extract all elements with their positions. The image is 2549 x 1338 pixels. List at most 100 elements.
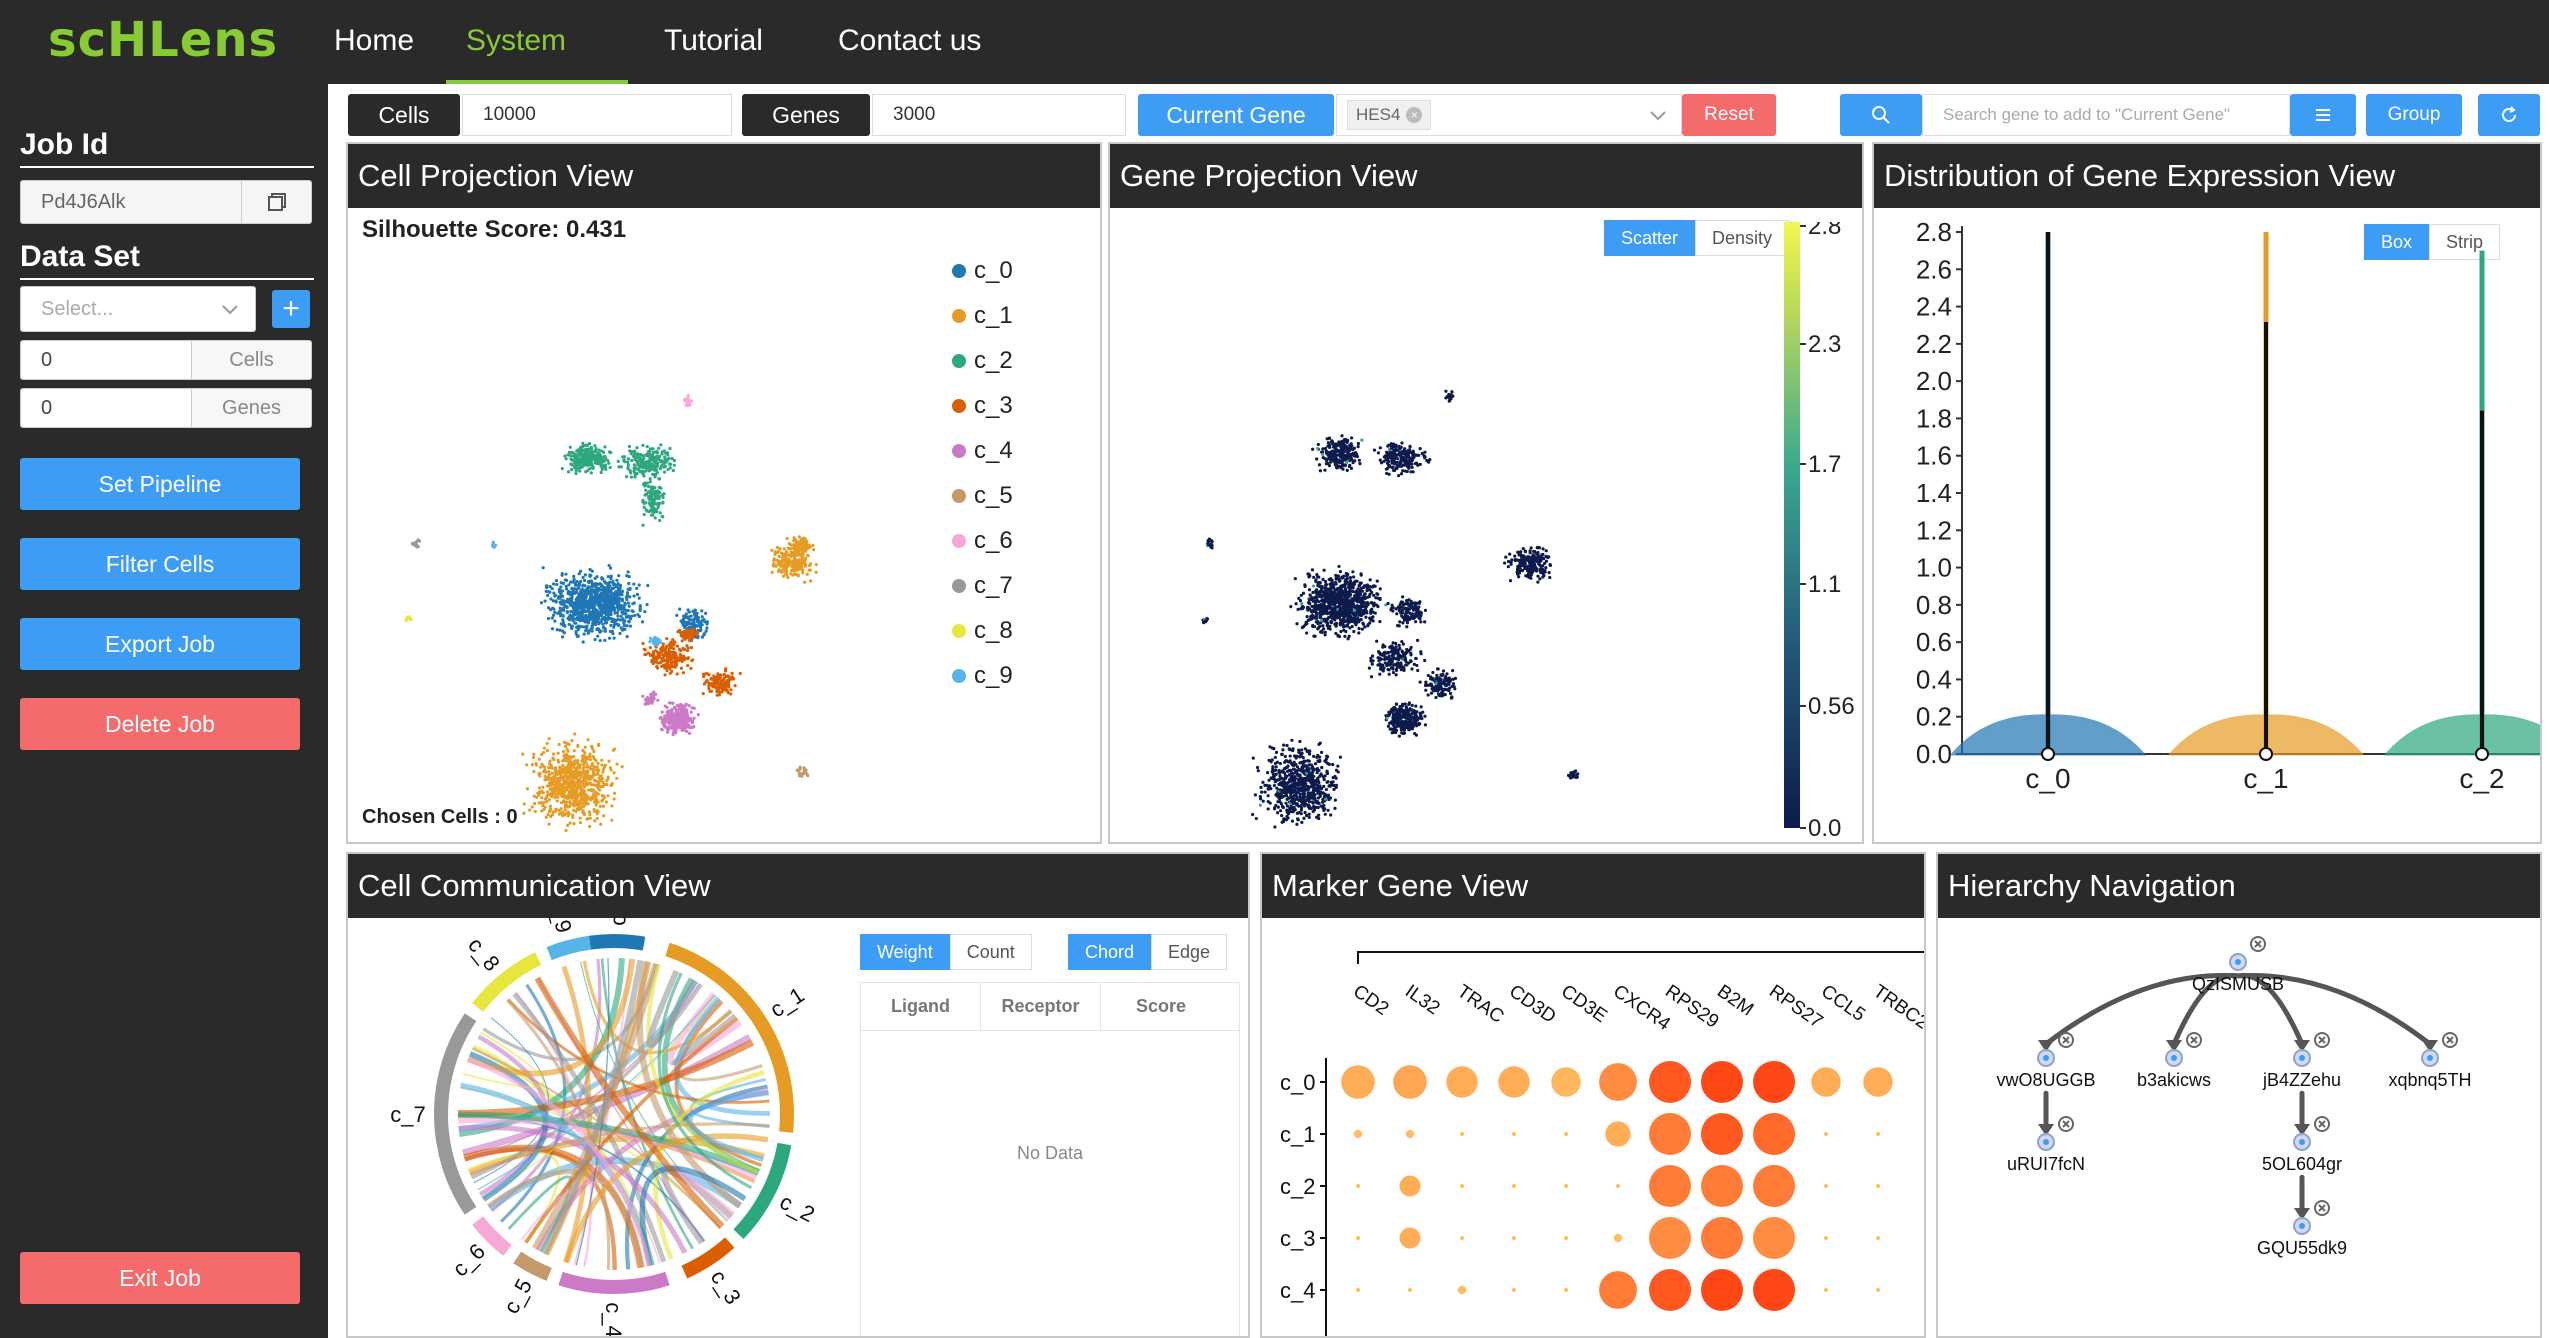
cell-point <box>610 818 614 822</box>
cell-point <box>784 553 788 557</box>
gene-point <box>1295 791 1299 795</box>
gene-point <box>1312 787 1316 791</box>
cell-point <box>599 629 603 633</box>
cell-point <box>578 763 582 767</box>
set-pipeline-button[interactable]: Set Pipeline <box>20 458 300 510</box>
gene-point <box>1326 762 1330 766</box>
gene-point <box>1283 754 1287 759</box>
cell-point <box>687 610 691 614</box>
cell-point <box>670 724 675 729</box>
cell-point <box>686 396 690 400</box>
cell-point <box>640 620 645 624</box>
cell-point <box>547 737 551 741</box>
legend-item[interactable]: c_1 <box>952 293 1013 338</box>
app-logo[interactable]: scHLens <box>48 12 278 68</box>
gene-point <box>1255 765 1260 770</box>
close-icon[interactable]: × <box>1406 107 1423 123</box>
delete-job-button[interactable]: Delete Job <box>20 698 300 750</box>
cell-point <box>609 623 613 628</box>
cell-point <box>582 632 586 636</box>
legend-item[interactable]: c_8 <box>952 608 1013 653</box>
cell-point <box>577 586 581 590</box>
cell-point <box>598 639 602 643</box>
cell-point <box>648 453 652 457</box>
cell-point <box>686 646 690 650</box>
gene-point <box>1370 601 1374 605</box>
gene-point <box>1292 799 1296 803</box>
legend-item[interactable]: c_7 <box>952 563 1013 608</box>
gene-point <box>1329 621 1333 625</box>
cell-point <box>552 582 556 586</box>
cell-point <box>665 451 670 455</box>
cell-point <box>680 703 684 708</box>
cell-point <box>538 774 542 778</box>
gene-point <box>1327 797 1331 802</box>
refresh-button[interactable] <box>2478 94 2540 136</box>
cell-point <box>663 719 667 724</box>
legend-item[interactable]: c_2 <box>952 338 1013 383</box>
cell-point <box>626 466 630 470</box>
nav-system[interactable]: System <box>466 24 566 58</box>
gene-point <box>1286 760 1290 764</box>
gene-search-input[interactable]: Search gene to add to "Current Gene" <box>1922 94 2290 136</box>
exit-job-button[interactable]: Exit Job <box>20 1252 300 1304</box>
cell-point <box>615 578 619 582</box>
cell-point <box>583 745 587 749</box>
copy-icon[interactable] <box>241 181 311 223</box>
cell-point <box>781 565 785 569</box>
cell-point <box>632 594 636 598</box>
cell-point <box>652 637 656 641</box>
cell-point <box>786 557 791 561</box>
legend-item[interactable]: c_6 <box>952 518 1013 563</box>
dataset-select[interactable]: Select... <box>20 286 256 332</box>
gene-point <box>1323 589 1327 593</box>
gene-point <box>1305 764 1309 768</box>
gene-point <box>1321 594 1325 598</box>
cell-point <box>584 783 589 787</box>
legend-label: c_6 <box>974 526 1013 554</box>
legend-item[interactable]: c_5 <box>952 473 1013 518</box>
cell-projection-panel: Cell Projection View Silhouette Score: 0… <box>346 142 1102 844</box>
cell-point <box>585 817 589 821</box>
export-job-button[interactable]: Export Job <box>20 618 300 670</box>
cell-point <box>616 459 620 463</box>
group-button[interactable]: Group <box>2366 94 2462 136</box>
gene-scatter-plot[interactable] <box>1110 208 1862 842</box>
legend-item[interactable]: c_3 <box>952 383 1013 428</box>
nav-tutorial[interactable]: Tutorial <box>664 24 763 58</box>
add-dataset-button[interactable]: + <box>272 290 310 328</box>
cell-point <box>708 689 712 694</box>
gene-point <box>1251 756 1255 760</box>
cell-point <box>663 673 667 677</box>
cell-point <box>705 622 709 626</box>
reset-button[interactable]: Reset <box>1682 94 1776 136</box>
cell-point <box>707 681 711 685</box>
filter-cells-button[interactable]: Filter Cells <box>20 538 300 590</box>
list-button[interactable] <box>2290 94 2356 136</box>
gene-point <box>1326 600 1330 604</box>
nav-contact[interactable]: Contact us <box>838 24 981 58</box>
cell-point <box>553 610 557 614</box>
gene-point <box>1325 754 1329 758</box>
legend-item[interactable]: c_4 <box>952 428 1013 473</box>
search-button[interactable] <box>1840 94 1922 136</box>
cell-point <box>597 617 601 621</box>
legend-item[interactable]: c_0 <box>952 248 1013 293</box>
nav-home[interactable]: Home <box>334 24 414 58</box>
cell-point <box>600 785 604 789</box>
cell-point <box>551 810 555 814</box>
cell-point <box>589 451 593 455</box>
cell-point <box>532 752 536 756</box>
cell-point <box>631 602 635 606</box>
cell-point <box>676 725 680 729</box>
cell-point <box>597 788 602 792</box>
current-gene-select[interactable]: HES4 × <box>1336 94 1682 136</box>
cell-point <box>596 770 600 774</box>
gene-point <box>1396 605 1400 609</box>
cell-point <box>608 584 612 588</box>
legend-item[interactable]: c_9 <box>952 653 1013 698</box>
cell-point <box>690 622 694 626</box>
cell-point <box>563 770 567 774</box>
cell-point <box>544 815 548 819</box>
cell-point <box>660 710 664 714</box>
